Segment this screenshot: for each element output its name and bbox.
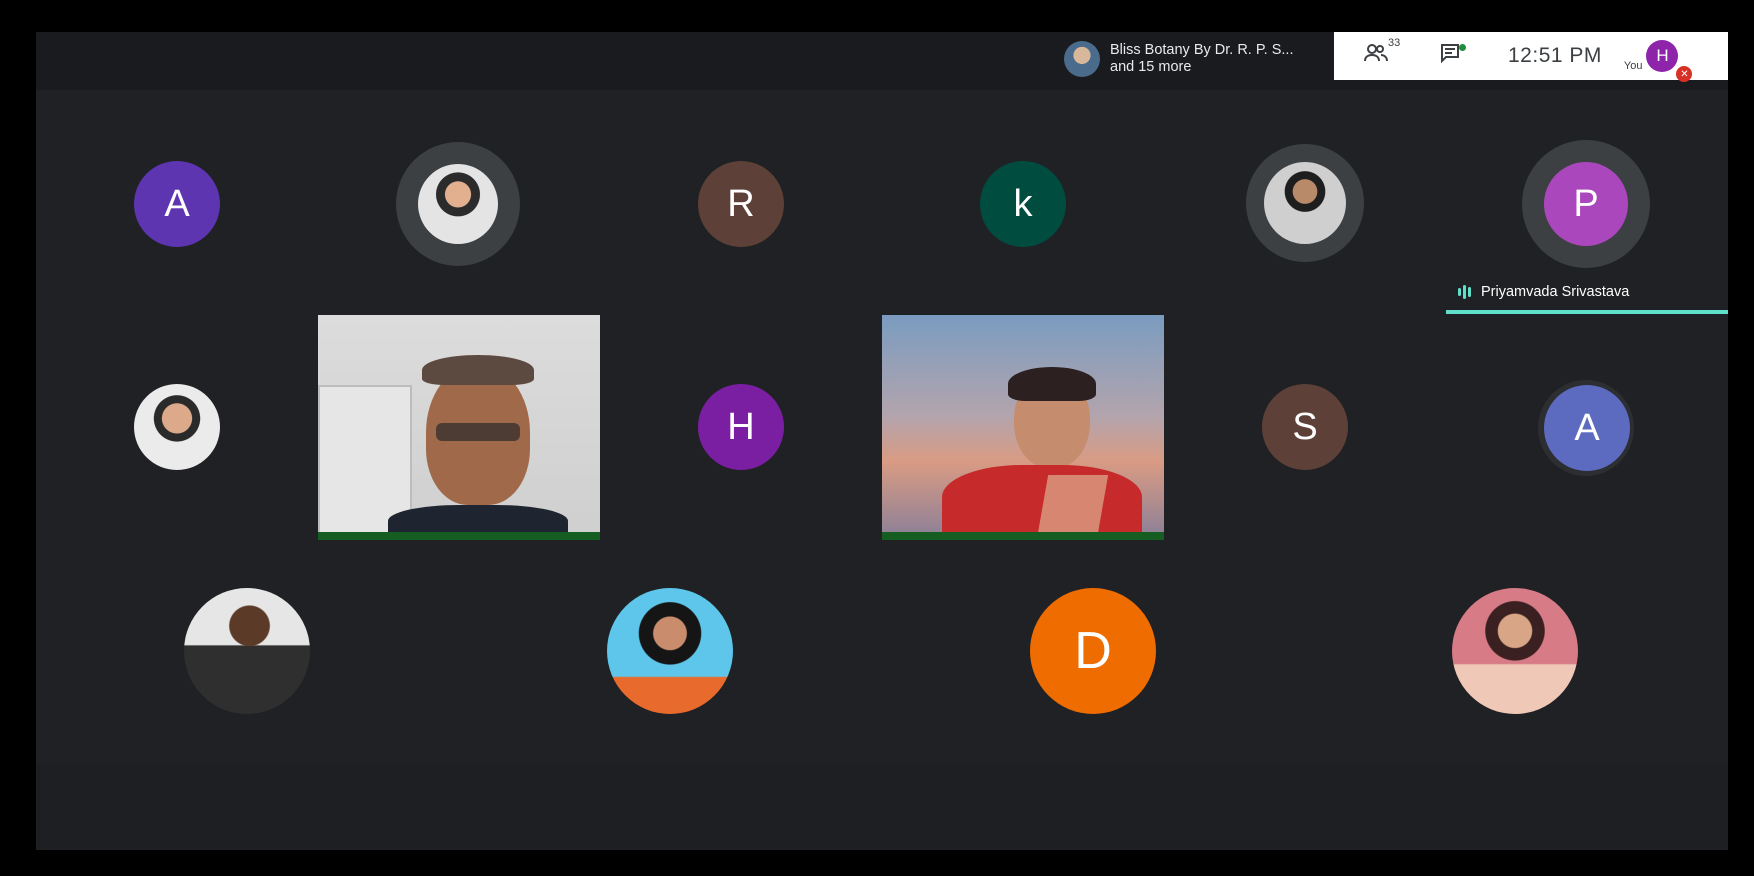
participants-count: 33 (1388, 37, 1401, 49)
participant-initial: H (727, 405, 755, 448)
self-avatar[interactable]: H ✕ (1646, 40, 1693, 82)
participant-photo[interactable] (1452, 588, 1578, 714)
participant-initial: R (727, 182, 755, 225)
participant-initial: S (1292, 405, 1318, 448)
participant-tile[interactable]: H (698, 384, 784, 470)
participant-video[interactable] (882, 315, 1164, 540)
participant-initial: k (1013, 182, 1033, 225)
presentation-chip[interactable]: Bliss Botany By Dr. R. P. S... and 15 mo… (1064, 34, 1330, 84)
participant-tile[interactable]: A (1544, 385, 1630, 471)
chat-button[interactable] (1440, 43, 1466, 69)
participant-tile[interactable]: D (1030, 588, 1156, 714)
participant-initial: D (1074, 622, 1112, 680)
participant-photo[interactable] (607, 588, 733, 714)
participant-initial: P (1573, 182, 1599, 225)
people-icon (1364, 44, 1388, 68)
participant-tile[interactable]: R (698, 161, 784, 247)
presenter-more: and 15 more (1110, 59, 1192, 75)
participant-tile[interactable]: k (980, 161, 1066, 247)
video-speaking-bar (318, 532, 600, 540)
active-speaker-indicator (1446, 310, 1728, 314)
meeting-toolbar: 33 12:51 PM You H ✕ (1334, 32, 1728, 82)
participant-photo[interactable] (184, 588, 310, 714)
participant-initial: A (164, 182, 190, 225)
active-speaker-label: Priyamvada Srivastava (1458, 284, 1629, 300)
video-speaking-bar (882, 532, 1164, 540)
audio-level-icon (1458, 285, 1471, 299)
participant-initial: A (1574, 406, 1600, 449)
chat-notification-dot (1459, 44, 1466, 51)
clock: 12:51 PM (1508, 44, 1602, 67)
participant-tile[interactable]: S (1262, 384, 1348, 470)
participant-tile[interactable]: A (134, 161, 220, 247)
participant-video[interactable] (318, 315, 600, 540)
self-initial: H (1656, 46, 1669, 65)
participant-photo[interactable] (418, 164, 498, 244)
active-speaker-name: Priyamvada Srivastava (1481, 284, 1630, 300)
participant-tile[interactable]: P (1544, 162, 1628, 246)
bottom-bar (36, 764, 1728, 850)
you-label: You (1623, 60, 1643, 72)
people-button[interactable]: 33 (1364, 37, 1400, 69)
presenter-thumbnail (1064, 41, 1100, 77)
presenter-name: Bliss Botany By Dr. R. P. S... (1110, 42, 1294, 58)
participant-photo[interactable] (134, 384, 220, 470)
mic-off-icon: ✕ (1676, 66, 1693, 82)
participant-photo[interactable] (1264, 162, 1346, 244)
